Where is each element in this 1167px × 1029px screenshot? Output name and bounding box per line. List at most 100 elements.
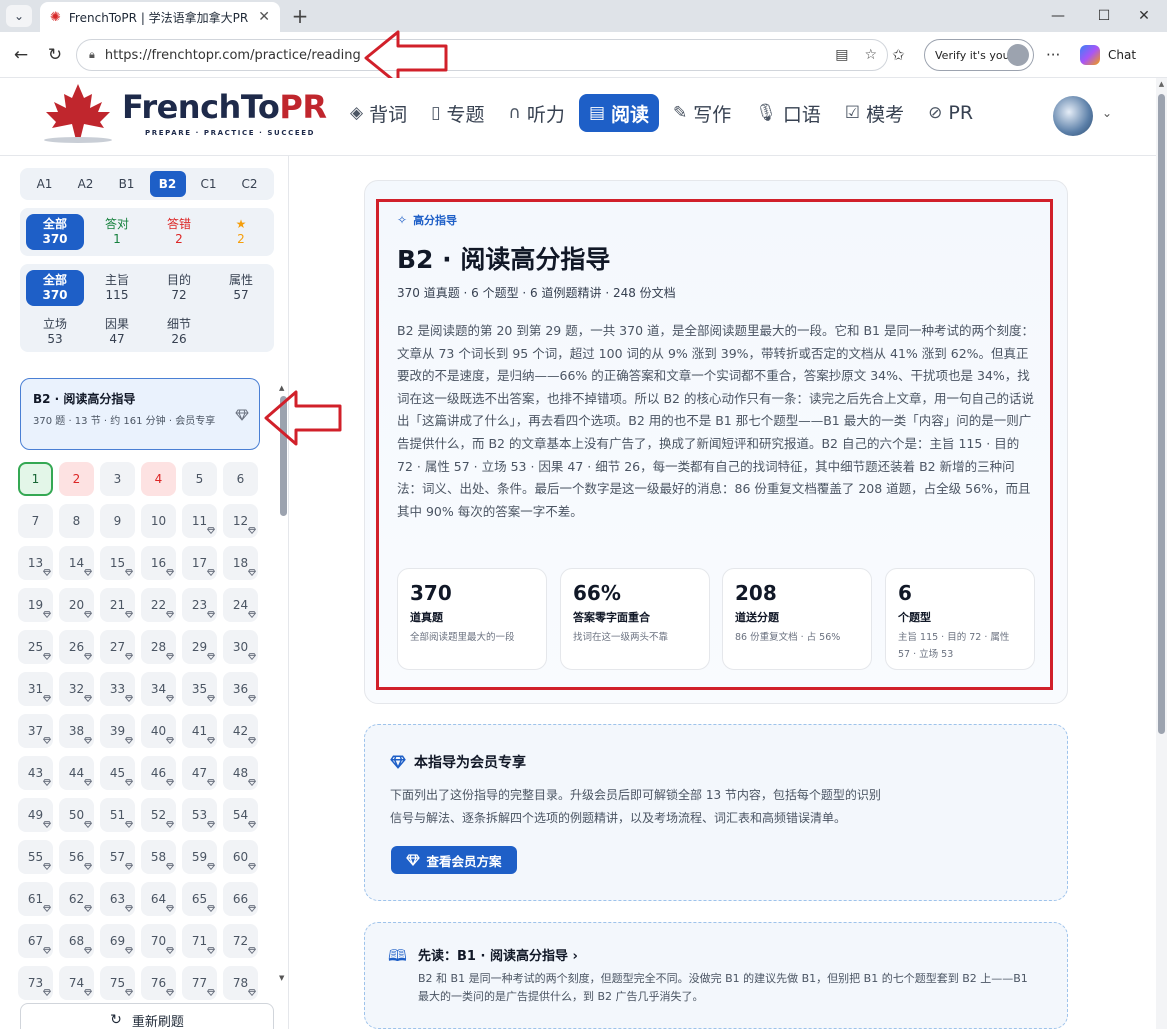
back-button[interactable]: ← bbox=[8, 42, 34, 68]
question-cell[interactable]: 45 bbox=[100, 756, 135, 790]
tab-list-button[interactable]: ⌄ bbox=[6, 5, 32, 27]
question-cell[interactable]: 49 bbox=[18, 798, 53, 832]
question-cell[interactable]: 2 bbox=[59, 462, 94, 496]
question-cell[interactable]: 1 bbox=[18, 462, 53, 496]
type-filter-3[interactable]: 属性 57 bbox=[212, 270, 270, 306]
question-cell[interactable]: 75 bbox=[100, 966, 135, 1000]
question-cell[interactable]: 3 bbox=[100, 462, 135, 496]
question-cell[interactable]: 42 bbox=[223, 714, 258, 748]
question-cell[interactable]: 9 bbox=[100, 504, 135, 538]
question-cell[interactable]: 16 bbox=[141, 546, 176, 580]
question-cell[interactable]: 74 bbox=[59, 966, 94, 1000]
question-cell[interactable]: 6 bbox=[223, 462, 258, 496]
favorites-icon[interactable]: ✩ bbox=[892, 42, 905, 68]
question-cell[interactable]: 32 bbox=[59, 672, 94, 706]
question-cell[interactable]: 4 bbox=[141, 462, 176, 496]
level-tab-a1[interactable]: A1 bbox=[27, 171, 63, 197]
question-cell[interactable]: 25 bbox=[18, 630, 53, 664]
browser-tab[interactable]: ✺ FrenchToPR | 学法语拿加拿大PR | 顶 ✕ bbox=[40, 2, 280, 32]
question-cell[interactable]: 31 bbox=[18, 672, 53, 706]
refresh-questions-button[interactable]: ↻ 重新刷题 bbox=[20, 1003, 274, 1029]
level-tab-b1[interactable]: B1 bbox=[109, 171, 145, 197]
new-tab-button[interactable]: + bbox=[288, 4, 312, 28]
question-cell[interactable]: 15 bbox=[100, 546, 135, 580]
question-cell[interactable]: 55 bbox=[18, 840, 53, 874]
question-cell[interactable]: 22 bbox=[141, 588, 176, 622]
type-filter-4[interactable]: 立场 53 bbox=[26, 314, 84, 350]
question-cell[interactable]: 61 bbox=[18, 882, 53, 916]
user-avatar[interactable] bbox=[1053, 96, 1093, 136]
question-cell[interactable]: 62 bbox=[59, 882, 94, 916]
question-cell[interactable]: 23 bbox=[182, 588, 217, 622]
question-cell[interactable]: 39 bbox=[100, 714, 135, 748]
scroll-down-icon[interactable]: ▼ bbox=[279, 974, 284, 982]
question-cell[interactable]: 18 bbox=[223, 546, 258, 580]
question-cell[interactable]: 24 bbox=[223, 588, 258, 622]
question-cell[interactable]: 64 bbox=[141, 882, 176, 916]
type-filter-2[interactable]: 目的 72 bbox=[150, 270, 208, 306]
status-filter-correct[interactable]: 答对 1 bbox=[88, 214, 146, 250]
address-bar[interactable]: 🔒︎ https://frenchtopr.com/practice/readi… bbox=[76, 39, 888, 71]
nav-item-vocab[interactable]: ◈ 背词 bbox=[340, 94, 417, 132]
status-filter-all[interactable]: 全部 370 bbox=[26, 214, 84, 250]
question-cell[interactable]: 50 bbox=[59, 798, 94, 832]
question-cell[interactable]: 30 bbox=[223, 630, 258, 664]
question-cell[interactable]: 47 bbox=[182, 756, 217, 790]
question-cell[interactable]: 76 bbox=[141, 966, 176, 1000]
type-filter-5[interactable]: 因果 47 bbox=[88, 314, 146, 350]
question-cell[interactable]: 14 bbox=[59, 546, 94, 580]
level-tab-b2[interactable]: B2 bbox=[149, 171, 186, 197]
question-cell[interactable]: 52 bbox=[141, 798, 176, 832]
question-cell[interactable]: 56 bbox=[59, 840, 94, 874]
nav-item-mock-exam[interactable]: ☑ 模考 bbox=[835, 94, 914, 132]
question-cell[interactable]: 43 bbox=[18, 756, 53, 790]
question-cell[interactable]: 8 bbox=[59, 504, 94, 538]
window-close-button[interactable]: ✕ bbox=[1124, 4, 1164, 28]
question-cell[interactable]: 38 bbox=[59, 714, 94, 748]
status-filter-wrong[interactable]: 答错 2 bbox=[150, 214, 208, 250]
question-cell[interactable]: 21 bbox=[100, 588, 135, 622]
sidebar-scrollbar[interactable]: ▲ ▼ bbox=[279, 384, 287, 984]
question-cell[interactable]: 46 bbox=[141, 756, 176, 790]
status-filter-starred[interactable]: ★ 2 bbox=[212, 214, 270, 250]
logo-wordmark[interactable]: FrenchToPR bbox=[122, 88, 327, 126]
page-scrollbar-thumb[interactable] bbox=[1158, 94, 1165, 734]
question-cell[interactable]: 10 bbox=[141, 504, 176, 538]
maple-leaf-logo-icon[interactable] bbox=[38, 82, 118, 144]
page-scrollbar[interactable]: ▲ bbox=[1156, 78, 1167, 1029]
level-tab-a2[interactable]: A2 bbox=[68, 171, 104, 197]
question-cell[interactable]: 71 bbox=[182, 924, 217, 958]
question-cell[interactable]: 58 bbox=[141, 840, 176, 874]
question-cell[interactable]: 20 bbox=[59, 588, 94, 622]
scroll-up-icon[interactable]: ▲ bbox=[1156, 80, 1167, 88]
question-cell[interactable]: 54 bbox=[223, 798, 258, 832]
question-cell[interactable]: 17 bbox=[182, 546, 217, 580]
question-cell[interactable]: 7 bbox=[18, 504, 53, 538]
question-cell[interactable]: 41 bbox=[182, 714, 217, 748]
chevron-down-icon[interactable]: ⌄ bbox=[1102, 106, 1112, 120]
question-cell[interactable]: 73 bbox=[18, 966, 53, 1000]
question-cell[interactable]: 35 bbox=[182, 672, 217, 706]
question-cell[interactable]: 70 bbox=[141, 924, 176, 958]
level-tab-c2[interactable]: C2 bbox=[232, 171, 268, 197]
nav-item-writing[interactable]: ✎ 写作 bbox=[663, 94, 741, 132]
more-icon[interactable]: ··· bbox=[1046, 42, 1060, 68]
question-cell[interactable]: 57 bbox=[100, 840, 135, 874]
question-cell[interactable]: 13 bbox=[18, 546, 53, 580]
question-cell[interactable]: 72 bbox=[223, 924, 258, 958]
question-cell[interactable]: 28 bbox=[141, 630, 176, 664]
reader-mode-icon[interactable]: ▤ bbox=[835, 47, 848, 63]
view-membership-button[interactable]: 查看会员方案 bbox=[391, 846, 517, 874]
maximize-button[interactable]: ☐ bbox=[1084, 4, 1124, 28]
question-cell[interactable]: 48 bbox=[223, 756, 258, 790]
question-cell[interactable]: 63 bbox=[100, 882, 135, 916]
question-cell[interactable]: 65 bbox=[182, 882, 217, 916]
nav-item-speaking[interactable]: 🎙︎ 口语 bbox=[745, 94, 831, 132]
question-cell[interactable]: 11 bbox=[182, 504, 217, 538]
question-cell[interactable]: 40 bbox=[141, 714, 176, 748]
question-cell[interactable]: 67 bbox=[18, 924, 53, 958]
question-cell[interactable]: 77 bbox=[182, 966, 217, 1000]
nav-item-topics[interactable]: ▯ 专题 bbox=[421, 94, 494, 132]
question-cell[interactable]: 68 bbox=[59, 924, 94, 958]
nav-item-reading[interactable]: ▤ 阅读 bbox=[578, 94, 660, 132]
